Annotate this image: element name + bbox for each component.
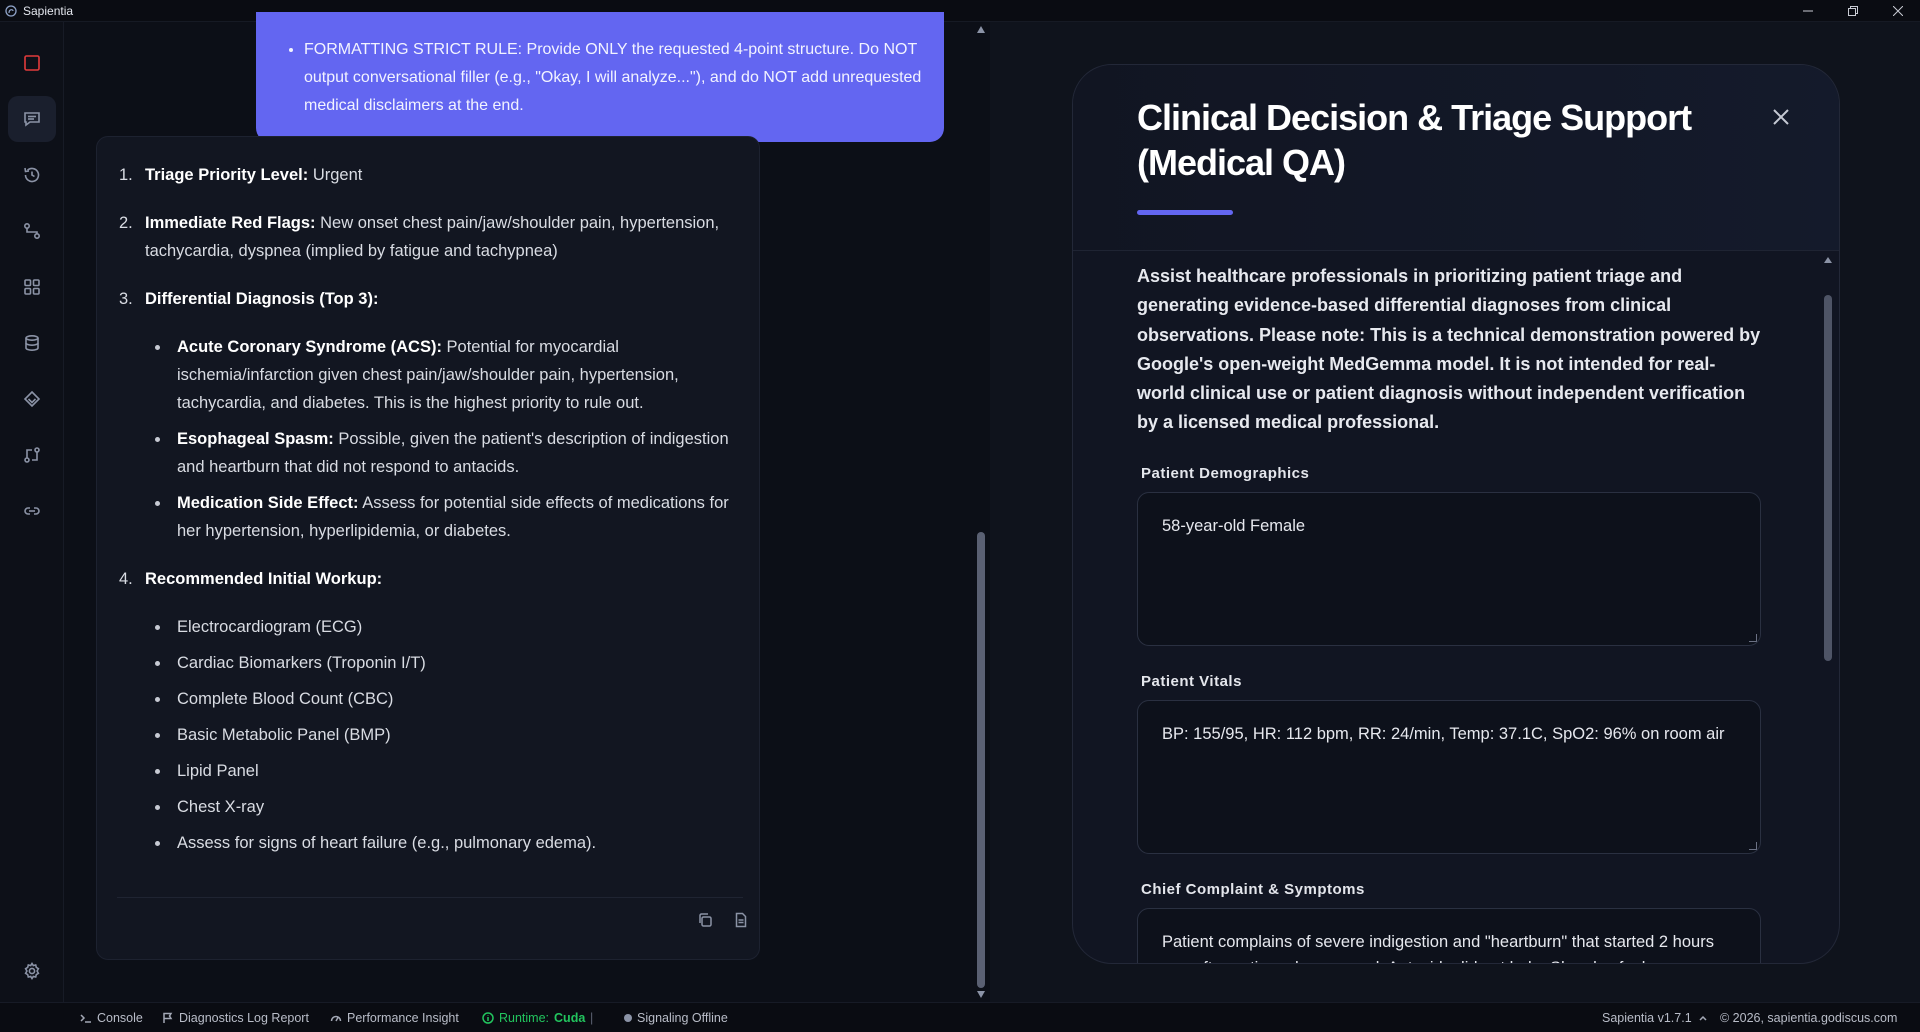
document-icon: [735, 912, 747, 928]
user-message-text: FORMATTING STRICT RULE: Provide ONLY the…: [304, 36, 924, 120]
nav-apps[interactable]: [8, 264, 56, 310]
chevron-up-icon: [1699, 1015, 1707, 1021]
demographics-field[interactable]: 58-year-old Female: [1137, 491, 1761, 646]
nav-database[interactable]: [8, 320, 56, 366]
link-icon: [24, 507, 40, 515]
vitals-value: BP: 155/95, HR: 112 bpm, RR: 24/min, Tem…: [1162, 724, 1725, 743]
terminal-icon: [80, 1014, 91, 1023]
history-icon: [24, 167, 40, 183]
scroll-up-icon[interactable]: [977, 26, 985, 33]
chat-area: FORMATTING STRICT RULE: Provide ONLY the…: [64, 12, 990, 1002]
scroll-thumb[interactable]: [977, 532, 985, 988]
nav-settings[interactable]: [8, 948, 56, 994]
layers-icon: [23, 390, 41, 408]
copy-button[interactable]: [697, 912, 715, 930]
complaint-value: Patient complains of severe indigestion …: [1162, 932, 1714, 963]
vitals-field[interactable]: BP: 155/95, HR: 112 bpm, RR: 24/min, Tem…: [1137, 699, 1761, 854]
apps-grid-icon: [24, 279, 40, 295]
answer-item-triage: 1. Triage Priority Level: Urgent: [119, 166, 363, 184]
status-divider: |: [590, 1011, 594, 1025]
runtime-status: Runtime: Cuda: [482, 1003, 585, 1032]
panel-body: Assist healthcare professionals in prior…: [1137, 262, 1761, 963]
assistant-response-card: 1. Triage Priority Level: Urgent 2. Imme…: [96, 136, 760, 960]
version-menu[interactable]: Sapientia v1.7.1: [1602, 1003, 1709, 1032]
list-item: Electrocardiogram (ECG): [145, 613, 739, 641]
gear-icon: [24, 961, 40, 981]
list-item: Medication Side Effect: Assess for poten…: [145, 489, 739, 545]
app-logo-icon: [5, 4, 17, 17]
list-item: Esophageal Spasm: Possible, given the pa…: [145, 425, 739, 481]
list-item: Cardiac Biomarkers (Troponin I/T): [145, 649, 739, 677]
close-window-button[interactable]: [1875, 0, 1920, 22]
diagnostics-button[interactable]: Diagnostics Log Report: [162, 1003, 309, 1032]
left-navigation-rail: [0, 22, 64, 1002]
list-item: Lipid Panel: [145, 757, 739, 785]
close-panel-button[interactable]: [1765, 101, 1797, 133]
panel-description: Assist healthcare professionals in prior…: [1137, 266, 1761, 433]
complaint-label: Chief Complaint & Symptoms: [1141, 880, 1365, 898]
user-message-bubble: FORMATTING STRICT RULE: Provide ONLY the…: [256, 12, 944, 142]
answer-item-red-flags: 2. Immediate Red Flags: New onset chest …: [119, 214, 720, 260]
nav-history[interactable]: [8, 152, 56, 198]
demographics-label: Patient Demographics: [1141, 464, 1310, 482]
list-item: Assess for signs of heart failure (e.g.,…: [145, 829, 739, 857]
tool-panel: Clinical Decision & Triage Support (Medi…: [1072, 64, 1840, 964]
flag-icon: [163, 1012, 173, 1023]
vitals-label: Patient Vitals: [1141, 672, 1242, 690]
demographics-value: 58-year-old Female: [1162, 516, 1306, 535]
status-bar: Console Diagnostics Log Report Performan…: [0, 1002, 1920, 1032]
stop-icon: [24, 55, 40, 71]
list-item: Basic Metabolic Panel (BMP): [145, 721, 739, 749]
list-item: Chest X-ray: [145, 793, 739, 821]
window-title: Sapientia: [23, 3, 74, 18]
export-document-button[interactable]: [733, 912, 751, 930]
git-compare-icon: [24, 447, 40, 463]
resize-handle-icon[interactable]: [1749, 633, 1757, 642]
runtime-value: Cuda: [554, 1011, 586, 1025]
performance-button[interactable]: Performance Insight: [330, 1003, 459, 1032]
chat-icon: [24, 112, 40, 127]
minimize-button[interactable]: [1785, 0, 1830, 22]
scroll-up-icon[interactable]: [1824, 257, 1832, 263]
title-accent-bar: [1137, 210, 1233, 215]
workflow-icon: [23, 222, 41, 240]
gauge-icon: [330, 1015, 342, 1022]
scroll-thumb[interactable]: [1824, 295, 1832, 661]
database-icon: [25, 334, 39, 352]
nav-workflow[interactable]: [8, 208, 56, 254]
nav-models[interactable]: [8, 376, 56, 422]
panel-scrollbar[interactable]: [1823, 251, 1833, 951]
nav-compare[interactable]: [8, 432, 56, 478]
complaint-field[interactable]: Patient complains of severe indigestion …: [1137, 907, 1761, 963]
stop-button[interactable]: [8, 40, 56, 86]
close-icon: [1773, 109, 1789, 125]
info-icon: [482, 1012, 494, 1024]
panel-title: Clinical Decision & Triage Support (Medi…: [1137, 97, 1692, 183]
response-actions: [117, 897, 747, 937]
list-item: Complete Blood Count (CBC): [145, 685, 739, 713]
panel-header: Clinical Decision & Triage Support (Medi…: [1073, 65, 1839, 251]
console-button[interactable]: Console: [80, 1003, 143, 1032]
answer-item-differentials: 3. Differential Diagnosis (Top 3): Acute…: [119, 285, 739, 545]
answer-item-workup: 4. Recommended Initial Workup: Electroca…: [119, 565, 739, 857]
restore-button[interactable]: [1830, 0, 1875, 22]
resize-handle-icon[interactable]: [1749, 841, 1757, 850]
signaling-status: Signaling Offline: [624, 1003, 728, 1032]
copyright-text: © 2026, sapientia.godiscus.com: [1720, 1011, 1898, 1025]
chat-scrollbar[interactable]: [976, 26, 986, 998]
nav-links[interactable]: [8, 488, 56, 534]
scroll-down-icon[interactable]: [977, 991, 985, 998]
nav-chat[interactable]: [8, 96, 56, 142]
copy-icon: [699, 913, 712, 927]
status-dot-icon: [624, 1014, 632, 1022]
list-item: Acute Coronary Syndrome (ACS): Potential…: [145, 333, 739, 417]
